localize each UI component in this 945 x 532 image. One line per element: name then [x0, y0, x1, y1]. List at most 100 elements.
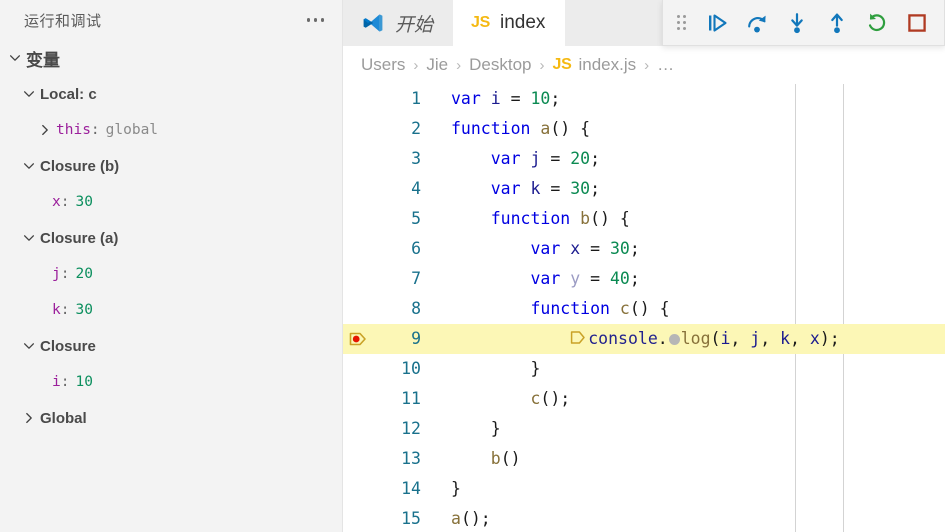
tab-label-index: index — [500, 12, 546, 33]
stop-icon — [908, 13, 926, 32]
code-line[interactable]: 5 function b() { — [343, 204, 945, 234]
code-text[interactable]: } — [425, 354, 945, 384]
line-number: 9 — [411, 329, 421, 348]
debug-toolbar — [662, 0, 945, 46]
line-number: 14 — [401, 479, 421, 498]
line-number: 5 — [411, 209, 421, 228]
code-text[interactable]: function a() { — [425, 114, 945, 144]
code-token: k — [780, 329, 791, 348]
more-actions-icon[interactable] — [303, 12, 329, 28]
drag-handle-icon[interactable] — [669, 9, 694, 36]
js-file-icon: JS — [471, 14, 490, 31]
code-line[interactable]: 1 var i = 10; — [343, 84, 945, 114]
code-text[interactable]: function c() { — [425, 294, 945, 324]
variable-value: global — [105, 122, 159, 138]
code-line[interactable]: 15 a(); — [343, 504, 945, 532]
continue-icon — [709, 13, 727, 32]
variable-row[interactable]: x:30 — [0, 184, 342, 220]
code-line[interactable]: 8 function c() { — [343, 294, 945, 324]
code-line[interactable]: 14} — [343, 474, 945, 504]
scope-label: Closure (a) — [40, 229, 119, 247]
code-line[interactable]: 6 var x = 30; — [343, 234, 945, 264]
step-into-button[interactable] — [780, 6, 814, 40]
inline-breakpoint-icon[interactable] — [668, 334, 680, 345]
breadcrumb-item[interactable]: Users — [357, 55, 409, 75]
code-token: j — [530, 149, 541, 168]
breadcrumb-item[interactable]: Jie — [422, 55, 452, 75]
scope-label: Closure (b) — [40, 157, 120, 175]
code-text[interactable]: var j = 20; — [425, 144, 945, 174]
scope-label: Closure — [40, 337, 96, 355]
code-text[interactable]: b() — [425, 444, 945, 474]
variable-name: this — [56, 122, 91, 138]
code-line[interactable]: 11 c(); — [343, 384, 945, 414]
step-out-button[interactable] — [820, 6, 854, 40]
code-editor[interactable]: 1 var i = 10; 2 function a() {3 var j = 20;… — [343, 84, 945, 532]
code-text[interactable]: a(); — [425, 504, 945, 532]
code-line[interactable]: 4 var k = 30; — [343, 174, 945, 204]
code-token: var — [451, 269, 571, 288]
code-token: = — [540, 179, 571, 198]
code-text[interactable]: var k = 30; — [425, 174, 945, 204]
code-text[interactable]: c(); — [425, 384, 945, 414]
code-token: function — [451, 209, 581, 228]
restart-button[interactable] — [860, 6, 894, 40]
restart-icon — [868, 13, 886, 31]
breadcrumb: Users › Jie › Desktop › JS index.js ›… — [343, 46, 945, 84]
step-over-button[interactable] — [740, 6, 774, 40]
code-text[interactable]: } — [425, 474, 945, 504]
variable-separator: : — [60, 374, 70, 390]
code-text[interactable]: function b() { — [425, 204, 945, 234]
scope-local-c[interactable]: Local: c — [0, 76, 342, 112]
code-token: 40 — [609, 269, 630, 288]
code-line[interactable]: 12 } — [343, 414, 945, 444]
section-variables[interactable]: 变量 — [0, 40, 342, 76]
code-token: (); — [540, 389, 571, 408]
code-text[interactable]: var y = 40; — [425, 264, 945, 294]
variable-row[interactable]: this: global — [0, 112, 342, 148]
code-text[interactable]: var i = 10; — [425, 84, 945, 114]
variable-separator: : — [60, 194, 70, 210]
continue-button[interactable] — [700, 6, 734, 40]
scope-label: Global — [40, 409, 87, 427]
breadcrumb-item[interactable]: Desktop — [465, 55, 535, 75]
code-line[interactable]: 10 } — [343, 354, 945, 384]
line-number: 6 — [411, 239, 421, 258]
stop-button[interactable] — [900, 6, 934, 40]
tab-index-js[interactable]: JS index — [453, 0, 566, 46]
chevron-down-icon — [4, 47, 26, 69]
code-token: 30 — [609, 239, 630, 258]
scope-closure[interactable]: Closure — [0, 328, 342, 364]
code-token: } — [451, 479, 461, 498]
variable-value: 20 — [75, 266, 93, 282]
sidebar-title: 运行和调试 — [24, 12, 102, 30]
code-text[interactable]: var x = 30; — [425, 234, 945, 264]
vscode-window: 运行和调试 变量 Local: c this: global Closure (b) x:… — [0, 0, 945, 532]
scope-closure-a[interactable]: Closure (a) — [0, 220, 342, 256]
line-number: 7 — [411, 269, 421, 288]
variables-tree: 变量 Local: c this: global Closure (b) x:30 Clos… — [0, 40, 342, 436]
breadcrumb-item[interactable]: … — [653, 55, 678, 75]
code-text[interactable]: console. log(i, j, k, x); — [425, 324, 945, 354]
editor-area: 开始 JS index Users › Jie › Desktop › JS i… — [343, 0, 945, 532]
code-line[interactable]: 9 console. log(i, j, k, x); — [343, 324, 945, 354]
breadcrumb-item-file[interactable]: JS index.js — [549, 55, 641, 75]
variable-row[interactable]: j:20 — [0, 256, 342, 292]
scope-global[interactable]: Global — [0, 400, 342, 436]
chevron-down-icon — [18, 335, 40, 357]
variable-row[interactable]: k:30 — [0, 292, 342, 328]
breakpoint-gutter[interactable] — [343, 329, 373, 349]
code-token: (); — [460, 509, 491, 528]
tab-welcome[interactable]: 开始 — [343, 0, 454, 46]
code-line[interactable]: 2 function a() { — [343, 114, 945, 144]
code-token: var — [451, 179, 531, 198]
code-line[interactable]: 3 var j = 20; — [343, 144, 945, 174]
code-line[interactable]: 13 b() — [343, 444, 945, 474]
variable-row[interactable]: i:10 — [0, 364, 342, 400]
code-token: k — [530, 179, 541, 198]
code-text[interactable]: } — [425, 414, 945, 444]
chevron-right-icon[interactable] — [34, 119, 56, 141]
code-line[interactable]: 7 var y = 40; — [343, 264, 945, 294]
scope-closure-b[interactable]: Closure (b) — [0, 148, 342, 184]
